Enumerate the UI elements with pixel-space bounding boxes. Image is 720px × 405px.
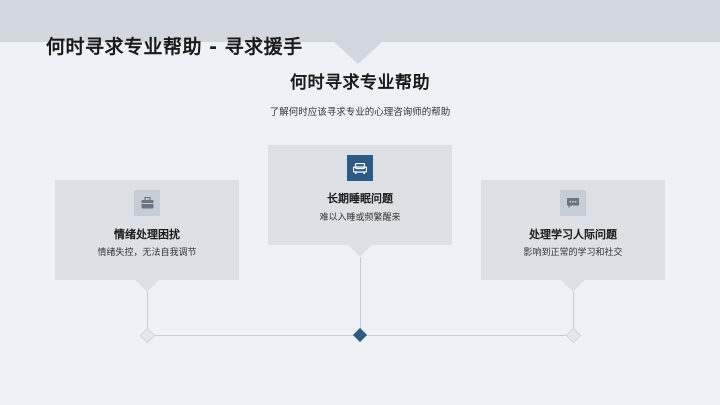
chat-bubble-icon	[560, 190, 586, 216]
card-pointer	[561, 280, 585, 292]
timeline-marker-right	[565, 327, 582, 344]
main-title: 何时寻求专业帮助	[290, 73, 430, 93]
briefcase-icon	[134, 190, 160, 216]
sofa-icon	[347, 155, 373, 181]
card-sleep-problems: 长期睡眠问题 难以入睡或频繁醒来	[268, 145, 452, 245]
timeline-marker-left	[139, 327, 156, 344]
card-title: 情绪处理困扰	[114, 228, 180, 241]
header-band-notch	[334, 42, 382, 64]
card-emotional-distress: 情绪处理困扰 情绪失控，无法自我调节	[55, 180, 239, 280]
slide-header-title: 何时寻求专业帮助 - 寻求援手	[46, 36, 303, 58]
card-study-social-problems: 处理学习人际问题 影响到正常的学习和社交	[481, 180, 665, 280]
main-subtitle: 了解何时应该寻求专业的心理咨询师的帮助	[269, 107, 451, 118]
card-description: 情绪失控，无法自我调节	[97, 248, 197, 258]
card-title: 处理学习人际问题	[529, 228, 617, 241]
card-pointer	[348, 245, 372, 257]
card-description: 难以入睡或频繁醒来	[319, 213, 401, 223]
card-description: 影响到正常的学习和社交	[523, 248, 623, 258]
card-pointer	[135, 280, 159, 292]
timeline-marker-center	[352, 327, 368, 343]
connector-line-center	[360, 257, 361, 335]
card-title: 长期睡眠问题	[327, 192, 393, 205]
